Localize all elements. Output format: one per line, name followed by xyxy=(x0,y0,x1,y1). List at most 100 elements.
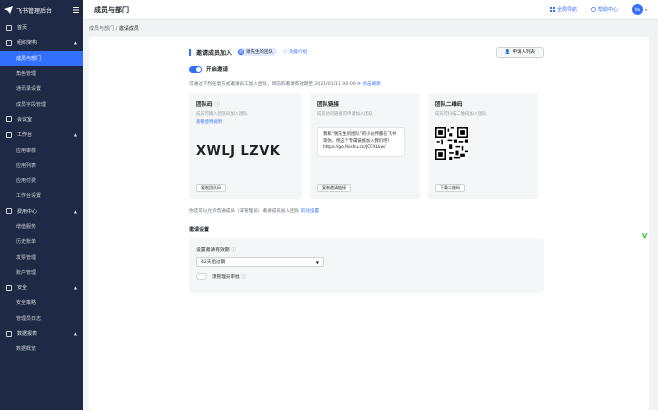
sidebar-item[interactable]: 应用审核 xyxy=(0,142,83,157)
sidebar-item-label: 数据报表 xyxy=(17,331,38,338)
breadcrumb-separator: / xyxy=(115,26,118,32)
sidebar-item-label: 成员与部门 xyxy=(16,55,42,62)
info-icon: ⓘ xyxy=(231,248,236,253)
invite-toggle-row: 开启邀请 xyxy=(189,64,544,74)
sidebar-item[interactable]: 应用列表 xyxy=(0,158,83,173)
chevron-down-icon[interactable]: ▾ xyxy=(645,7,647,12)
expiry-label: 设置邀请有效期 ⓘ xyxy=(196,246,537,253)
sidebar-item-label: 数据概览 xyxy=(16,346,37,353)
team-link-sub: 成员访问链接可申请加入团队 xyxy=(317,112,373,117)
chevron-up-icon: ▲ xyxy=(73,208,77,214)
team-name: 谢先生的团队 xyxy=(246,50,274,55)
sidebar-item[interactable]: 账户管理 xyxy=(0,265,83,280)
sidebar-item[interactable]: 应用付费 xyxy=(0,173,83,188)
info-icon: ⓘ xyxy=(241,274,247,280)
sidebar-item[interactable]: 工作台 ▲ xyxy=(0,127,83,142)
page-header-title: 成员与部门 xyxy=(94,5,129,14)
invite-toggle-label: 开启邀请 xyxy=(206,67,229,73)
team-initial-icon: 谢 xyxy=(238,49,245,55)
invite-settings-panel: 设置邀请有效期 ⓘ 42天后过期 ▼ 须管理员审批 ⓘ xyxy=(189,238,544,293)
help-center-label: 帮助中心 xyxy=(597,7,618,13)
invite-description: 可通过下列任意方式邀请员工加入团队，目前的邀请有效期至 2021/01/11 0… xyxy=(189,81,544,87)
member-invite-notice: 你还可以允许普通成员（非管理员）邀请成员加入团队 前往设置 xyxy=(189,208,544,214)
invite-toggle[interactable] xyxy=(189,65,202,73)
info-icon: ⓘ xyxy=(214,102,220,108)
sidebar-item-label: 费用中心 xyxy=(17,208,38,215)
top-bar: 成员与部门 全局导航 帮助中心 No ▾ xyxy=(83,0,658,20)
sidebar-item-label: 安全策略 xyxy=(16,300,37,307)
sidebar-item-label: 应用列表 xyxy=(16,162,37,169)
main-panel: 邀请成员加入 谢 谢先生的团队 ⓘ 功能介绍 👤 申请人列表 开启邀请 可通过下… xyxy=(89,37,649,410)
sidebar-item[interactable]: 数据报表 ▲ xyxy=(0,326,83,341)
approval-label: 须管理员审批 xyxy=(212,274,240,280)
nav-icon xyxy=(6,116,12,123)
breadcrumb-parent[interactable]: 成员与部门 xyxy=(89,26,114,32)
sidebar-item[interactable]: 数据概览 xyxy=(0,341,83,356)
nav-icon xyxy=(6,24,12,31)
go-to-settings-link[interactable]: 前往设置 xyxy=(301,209,319,214)
team-code-sub: 成员可输入团队码加入团队 xyxy=(196,112,248,117)
user-icon: 👤 xyxy=(504,49,511,55)
sidebar-item-label: 首页 xyxy=(17,25,28,32)
sidebar-item[interactable]: 费用中心 ▲ xyxy=(0,204,83,219)
invite-content: 邀请成员加入 谢 谢先生的团队 ⓘ 功能介绍 👤 申请人列表 开启邀请 可通过下… xyxy=(189,45,544,293)
applicant-list-button[interactable]: 👤 申请人列表 xyxy=(495,46,544,58)
nav-icon xyxy=(6,284,12,291)
avatar[interactable]: No xyxy=(631,4,643,15)
sidebar-item[interactable]: 会议室 xyxy=(0,112,83,127)
title-row: 邀请成员加入 谢 谢先生的团队 ⓘ 功能介绍 👤 申请人列表 xyxy=(189,45,544,59)
global-nav-label: 全局导航 xyxy=(556,7,577,13)
page-title: 邀请成员加入 xyxy=(196,49,233,57)
sidebar-item[interactable]: 发票管理 xyxy=(0,249,83,264)
help-center-link[interactable]: 帮助中心 xyxy=(591,6,618,13)
copy-invite-link-button[interactable]: 复制邀请链接 xyxy=(317,184,351,192)
invite-settings-title: 邀请设置 xyxy=(189,227,210,233)
sidebar-item[interactable]: 成员与部门 xyxy=(0,50,83,66)
menu-toggle-icon[interactable] xyxy=(73,7,79,13)
sidebar-item[interactable]: 增值服务 xyxy=(0,219,83,234)
chevron-up-icon: ▲ xyxy=(73,285,77,291)
copy-team-code-button[interactable]: 复制团队码 xyxy=(196,184,226,192)
team-tag: 谢 谢先生的团队 xyxy=(237,48,278,56)
refresh-label: 点击刷新 xyxy=(362,82,381,87)
sidebar-item[interactable]: 首页 xyxy=(0,20,83,35)
expiry-select[interactable]: 42天后过期 ▼ xyxy=(196,257,324,267)
sidebar: 飞书管理后台 首页组织架构 ▲ 成员与部门角色管理 通讯录设置成员字段管理 会议室工作台… xyxy=(0,0,83,410)
sidebar-nav: 首页 组织架构 ▲ 成员与部门 角色管理 通讯录设置 成员字段管理 会议室 工作台 ▲ 应用审核 应用… xyxy=(0,20,83,357)
sidebar-item-label: 历史账单 xyxy=(16,239,37,246)
sidebar-item[interactable]: 管理员日志 xyxy=(0,311,83,326)
team-qr-title: 团队二维码 xyxy=(435,102,463,108)
sidebar-item-label: 安全 xyxy=(17,285,28,292)
feishu-float-icon[interactable]: V xyxy=(642,232,647,240)
app-title: 飞书管理后台 xyxy=(16,7,53,15)
sidebar-item-label: 会议室 xyxy=(17,116,33,123)
sidebar-item-label: 增值服务 xyxy=(16,224,37,230)
sidebar-item-label: 管理员日志 xyxy=(16,315,42,322)
sidebar-item[interactable]: 安全 ▲ xyxy=(0,280,83,295)
breadcrumb: 成员与部门 / 邀请成员 xyxy=(89,25,139,32)
sidebar-item[interactable]: 组织架构 ▲ xyxy=(0,35,83,50)
approval-switch[interactable] xyxy=(196,273,207,280)
team-code-title: 团队码 ⓘ xyxy=(196,100,295,108)
chevron-up-icon: ▲ xyxy=(73,331,77,337)
sidebar-item-label: 账户管理 xyxy=(16,269,37,276)
expiry-select-value: 42天后过期 xyxy=(201,260,226,265)
team-link-title: 团队链接 xyxy=(317,102,340,108)
global-nav-link[interactable]: 全局导航 xyxy=(549,6,577,13)
sidebar-item[interactable]: 工作台设置 xyxy=(0,188,83,203)
sidebar-item[interactable]: 安全策略 xyxy=(0,295,83,310)
sidebar-item[interactable]: 历史账单 xyxy=(0,234,83,249)
refresh-link[interactable]: ⟳ 点击刷新 xyxy=(357,82,381,87)
chevron-down-icon: ▼ xyxy=(315,259,319,265)
invite-description-text: 可通过下列任意方式邀请员工加入团队，目前的邀请有效期至 2021/01/11 0… xyxy=(189,82,356,87)
usage-guide-link[interactable]: 查看使用说明 xyxy=(196,119,295,125)
feature-intro-link[interactable]: ⓘ 功能介绍 xyxy=(283,49,307,55)
sidebar-item-label: 工作台 xyxy=(17,132,33,139)
sidebar-item[interactable]: 成员字段管理 xyxy=(0,96,83,111)
team-code-title-text: 团队码 xyxy=(196,102,213,108)
sidebar-item[interactable]: 通讯录设置 xyxy=(0,81,83,96)
invite-cards: 团队码 ⓘ 成员可输入团队码加入团队 查看使用说明 XWLJ LZVK 复制团队… xyxy=(189,93,544,199)
sidebar-item[interactable]: 角色管理 xyxy=(0,66,83,81)
download-qr-button[interactable]: 下载二维码 xyxy=(435,184,465,192)
sidebar-item-label: 成员字段管理 xyxy=(16,101,47,108)
